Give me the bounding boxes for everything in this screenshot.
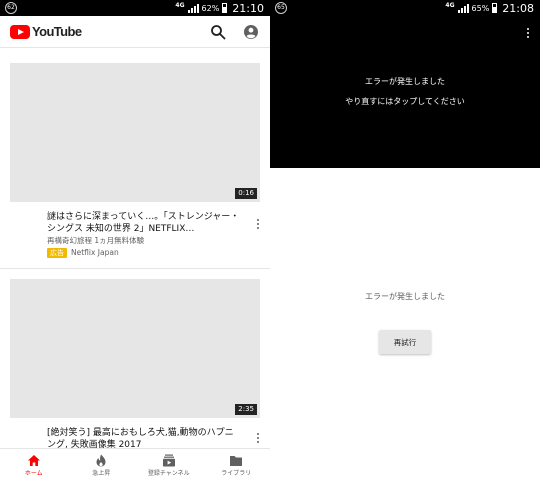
player-error-hint[interactable]: やり直すにはタップしてください: [270, 97, 540, 107]
retry-button[interactable]: 再試行: [379, 330, 431, 354]
network-type: 4G: [175, 2, 185, 9]
video-thumbnail[interactable]: 2:35: [10, 279, 260, 418]
battery-percent: 62%: [201, 3, 220, 13]
bottom-navigation: ホーム 急上昇 登録チャンネル ライブラリ: [0, 448, 270, 480]
ad-channel-row: 広告 Netflix Japan: [47, 248, 119, 258]
search-icon[interactable]: [210, 24, 226, 40]
youtube-error-screen: 65 4G 65% 21:08 エラーが発生しました やり直すにはタップしてくだ…: [270, 0, 540, 480]
nav-label: 急上昇: [92, 470, 111, 477]
clock: 21:10: [232, 1, 264, 15]
divider: [0, 268, 270, 269]
player-error-title: エラーが発生しました: [365, 77, 445, 86]
network-type: 4G: [445, 2, 455, 9]
nav-trending[interactable]: 急上昇: [68, 449, 136, 480]
battery-icon: [222, 3, 228, 13]
subscriptions-icon: [162, 454, 175, 467]
error-message: エラーが発生しました: [365, 292, 445, 301]
video-card[interactable]: 2:35 [絶対笑う] 最高におもしろ犬,猫,動物のハプニング, 失敗画像集 2…: [0, 279, 270, 450]
youtube-logo[interactable]: YouTube: [10, 24, 82, 39]
more-options-icon[interactable]: [255, 432, 261, 444]
battery-percent: 65%: [471, 3, 490, 13]
ad-badge: 広告: [47, 248, 67, 258]
nav-label: ホーム: [24, 470, 43, 477]
clock: 21:08: [502, 1, 534, 15]
flame-icon: [96, 454, 106, 467]
home-icon: [27, 455, 40, 466]
video-player[interactable]: エラーが発生しました やり直すにはタップしてください: [270, 16, 540, 168]
duration-badge: 2:35: [235, 404, 257, 415]
signal-icon: [187, 3, 199, 13]
notification-badge: 62: [5, 2, 17, 14]
nav-label: ライブラリ: [221, 470, 252, 477]
channel-name[interactable]: Netflix Japan: [71, 248, 119, 258]
notification-badge: 65: [275, 2, 287, 14]
nav-label: 登録チャンネル: [147, 470, 190, 477]
status-indicators: 4G 65% 21:08: [445, 0, 534, 16]
nav-library[interactable]: ライブラリ: [203, 449, 271, 480]
nav-subscriptions[interactable]: 登録チャンネル: [135, 449, 203, 480]
video-thumbnail[interactable]: 0:16: [10, 63, 260, 202]
more-options-icon[interactable]: [525, 27, 531, 39]
video-card[interactable]: 0:16 謎はさらに深まっていく…。「ストレンジャー・シングス 未知の世界 2」…: [0, 63, 270, 269]
account-icon[interactable]: [243, 24, 259, 40]
nav-home[interactable]: ホーム: [0, 449, 68, 480]
app-header: YouTube: [0, 16, 270, 48]
youtube-play-icon: [10, 24, 30, 39]
battery-icon: [492, 3, 498, 13]
youtube-wordmark: YouTube: [32, 24, 82, 39]
video-subtitle: 再構奇幻旅程 1ヵ月無料体験: [47, 236, 145, 245]
more-options-icon[interactable]: [255, 218, 261, 230]
duration-badge: 0:16: [235, 188, 257, 199]
status-bar: 65 4G 65% 21:08: [270, 0, 540, 16]
signal-icon: [457, 3, 469, 13]
status-indicators: 4G 62% 21:10: [175, 0, 264, 16]
video-title[interactable]: 謎はさらに深まっていく…。「ストレンジャー・シングス 未知の世界 2」NETFL…: [47, 211, 242, 235]
folder-icon: [230, 456, 243, 466]
status-bar: 62 4G 62% 21:10: [0, 0, 270, 16]
youtube-home-screen: 62 4G 62% 21:10 YouTube 0:16 謎はさらに深まっていく…: [0, 0, 270, 480]
